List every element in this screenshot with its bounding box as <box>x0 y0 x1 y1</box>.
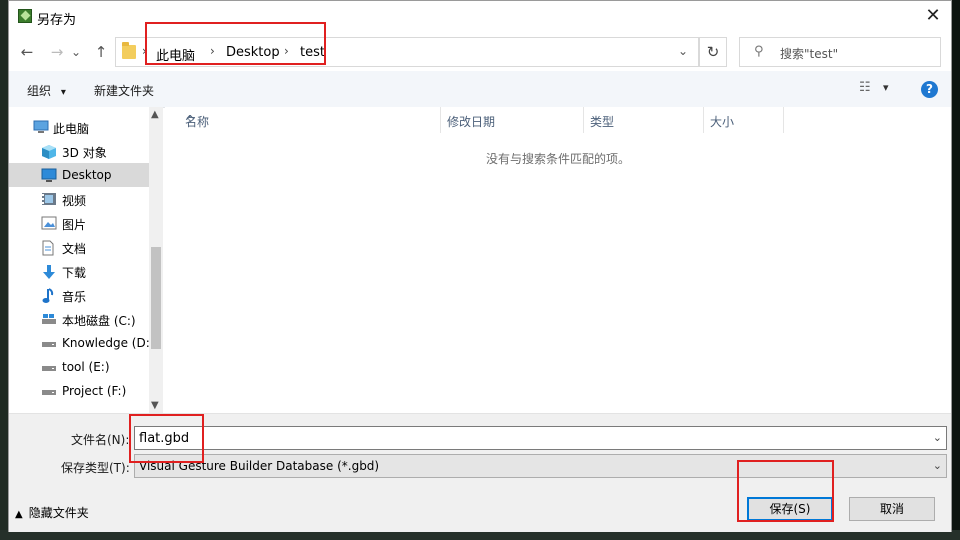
refresh-icon[interactable]: ↻ <box>699 37 727 67</box>
sidebar-item-pictures[interactable]: 图片 <box>9 211 149 235</box>
column-header-label: 修改日期 <box>447 115 496 129</box>
desktop-icon <box>41 168 57 182</box>
sidebar-item-label: 视频 <box>62 194 87 208</box>
search-icon: ⚲ <box>754 44 764 59</box>
filetype-label: 保存类型(T): <box>61 461 130 475</box>
music-note-icon <box>41 288 55 303</box>
title-bar: 另存为 ✕ <box>9 1 951 33</box>
sidebar-item-documents[interactable]: 文档 <box>9 235 149 259</box>
file-list-pane[interactable]: 名称 ^ 修改日期 类型 大小 没有与搜索条件匹配的项。 <box>165 107 951 413</box>
drive-icon <box>41 312 56 326</box>
organize-button[interactable]: 组织 ▾ <box>27 82 66 99</box>
sidebar-item-videos[interactable]: 视频 <box>9 187 149 211</box>
view-dropdown-icon[interactable]: ▾ <box>883 81 889 94</box>
column-header-size[interactable]: 大小 <box>704 107 784 133</box>
breadcrumb-desktop[interactable]: Desktop <box>226 45 280 60</box>
cube-3d-icon <box>41 144 56 159</box>
sidebar-item-label: tool (E:) <box>62 360 110 374</box>
download-arrow-icon <box>41 264 55 279</box>
folder-icon <box>122 42 136 59</box>
save-options-panel: 文件名(N): flat.gbd ⌄ 保存类型(T): Visual Gestu… <box>9 413 951 532</box>
sidebar-item-label: 此电脑 <box>53 122 90 136</box>
computer-icon <box>33 120 49 134</box>
video-icon <box>41 192 56 206</box>
breadcrumb-test[interactable]: test <box>300 45 325 60</box>
drive-icon <box>41 384 56 398</box>
column-header-name[interactable]: 名称 ^ <box>165 107 441 133</box>
filename-label: 文件名(N): <box>71 433 130 447</box>
sidebar-scrollbar[interactable]: ▲ ▼ <box>149 107 163 413</box>
forward-arrow-icon[interactable]: → <box>47 42 67 62</box>
sort-ascending-icon: ^ <box>185 113 196 127</box>
sidebar-item-label: 音乐 <box>62 290 87 304</box>
command-toolbar: 组织 ▾ 新建文件夹 ☷ ▾ ? <box>9 71 951 108</box>
sidebar-item-music[interactable]: 音乐 <box>9 283 149 307</box>
sidebar-item-label: 下载 <box>62 266 87 280</box>
sidebar-item-label: Project (F:) <box>62 384 127 398</box>
up-arrow-icon[interactable]: ↑ <box>91 42 111 62</box>
sidebar-item-drive-d[interactable]: Knowledge (D: <box>9 331 150 355</box>
breadcrumb-separator[interactable]: › <box>284 44 289 58</box>
navigation-bar: ← → ⌄ ↑ › 此电脑 › Desktop › test ⌄ ↻ ⚲ 搜索"… <box>9 33 951 71</box>
address-bar[interactable]: › 此电脑 › Desktop › test ⌄ <box>115 37 699 67</box>
organize-label: 组织 <box>27 84 52 98</box>
sidebar-item-label: 本地磁盘 (C:) <box>62 314 136 328</box>
empty-results-message: 没有与搜索条件匹配的项。 <box>485 152 630 166</box>
new-folder-button[interactable]: 新建文件夹 <box>94 82 154 99</box>
search-input[interactable]: ⚲ 搜索"test" <box>739 37 941 67</box>
filetype-value: Visual Gesture Builder Database (*.gbd) <box>139 459 380 473</box>
hide-folders-toggle[interactable]: ▲ 隐藏文件夹 <box>15 504 89 521</box>
filetype-select[interactable]: Visual Gesture Builder Database (*.gbd) … <box>134 454 947 478</box>
collapse-caret-icon: ▲ <box>15 509 23 520</box>
search-placeholder: 搜索"test" <box>780 47 839 61</box>
recent-locations-chevron-icon[interactable]: ⌄ <box>69 42 83 62</box>
scroll-down-icon[interactable]: ▼ <box>151 400 159 411</box>
sidebar-item-drive-c[interactable]: 本地磁盘 (C:) <box>9 307 149 331</box>
sidebar-item-drive-e[interactable]: tool (E:) <box>9 355 149 379</box>
sidebar-item-label: 3D 对象 <box>62 146 107 160</box>
column-header-label: 类型 <box>590 115 615 129</box>
breadcrumb-this-pc[interactable]: 此电脑 <box>156 45 195 64</box>
drive-icon <box>41 336 56 350</box>
view-options-icon[interactable]: ☷ <box>859 80 877 96</box>
breadcrumb-separator[interactable]: › <box>142 44 147 58</box>
column-header-type[interactable]: 类型 <box>584 107 704 133</box>
scroll-up-icon[interactable]: ▲ <box>151 109 159 120</box>
sidebar-item-label: 文档 <box>62 242 87 256</box>
close-icon[interactable]: ✕ <box>923 5 943 27</box>
hide-folders-label: 隐藏文件夹 <box>28 506 89 520</box>
filename-value: flat.gbd <box>139 431 190 446</box>
scrollbar-thumb[interactable] <box>151 247 161 349</box>
sidebar-item-3d-objects[interactable]: 3D 对象 <box>9 139 149 163</box>
filename-field[interactable]: flat.gbd ⌄ <box>134 426 947 450</box>
drive-icon <box>41 360 56 374</box>
sidebar-item-label: Knowledge (D: <box>62 336 150 350</box>
column-header-label: 大小 <box>710 115 735 129</box>
sidebar-item-downloads[interactable]: 下载 <box>9 259 149 283</box>
column-header-date-modified[interactable]: 修改日期 <box>441 107 584 133</box>
picture-icon <box>41 216 57 230</box>
app-icon <box>18 9 32 23</box>
document-icon <box>41 240 55 256</box>
help-icon[interactable]: ? <box>921 81 938 98</box>
save-button[interactable]: 保存(S) <box>747 497 833 521</box>
back-arrow-icon[interactable]: ← <box>17 42 37 62</box>
sidebar-item-this-pc[interactable]: 此电脑 <box>9 115 149 139</box>
filetype-chevron-icon[interactable]: ⌄ <box>933 459 942 472</box>
dialog-title: 另存为 <box>37 13 77 28</box>
sidebar-item-desktop[interactable]: Desktop <box>9 163 149 187</box>
cancel-button[interactable]: 取消 <box>849 497 935 521</box>
save-as-dialog: 另存为 ✕ ← → ⌄ ↑ › 此电脑 › Desktop › test ⌄ ↻… <box>8 0 952 532</box>
navigation-pane: 此电脑 3D 对象 Desktop 视频 图片 文档 下载 音乐 本地磁盘 (C… <box>9 107 150 413</box>
sidebar-item-label: Desktop <box>62 168 112 182</box>
sidebar-item-label: 图片 <box>62 218 87 232</box>
sidebar-item-drive-f[interactable]: Project (F:) <box>9 379 149 403</box>
address-dropdown-chevron-icon[interactable]: ⌄ <box>678 44 688 58</box>
organize-caret-icon: ▾ <box>60 87 66 98</box>
filename-history-chevron-icon[interactable]: ⌄ <box>933 431 942 444</box>
breadcrumb-separator[interactable]: › <box>210 44 215 58</box>
